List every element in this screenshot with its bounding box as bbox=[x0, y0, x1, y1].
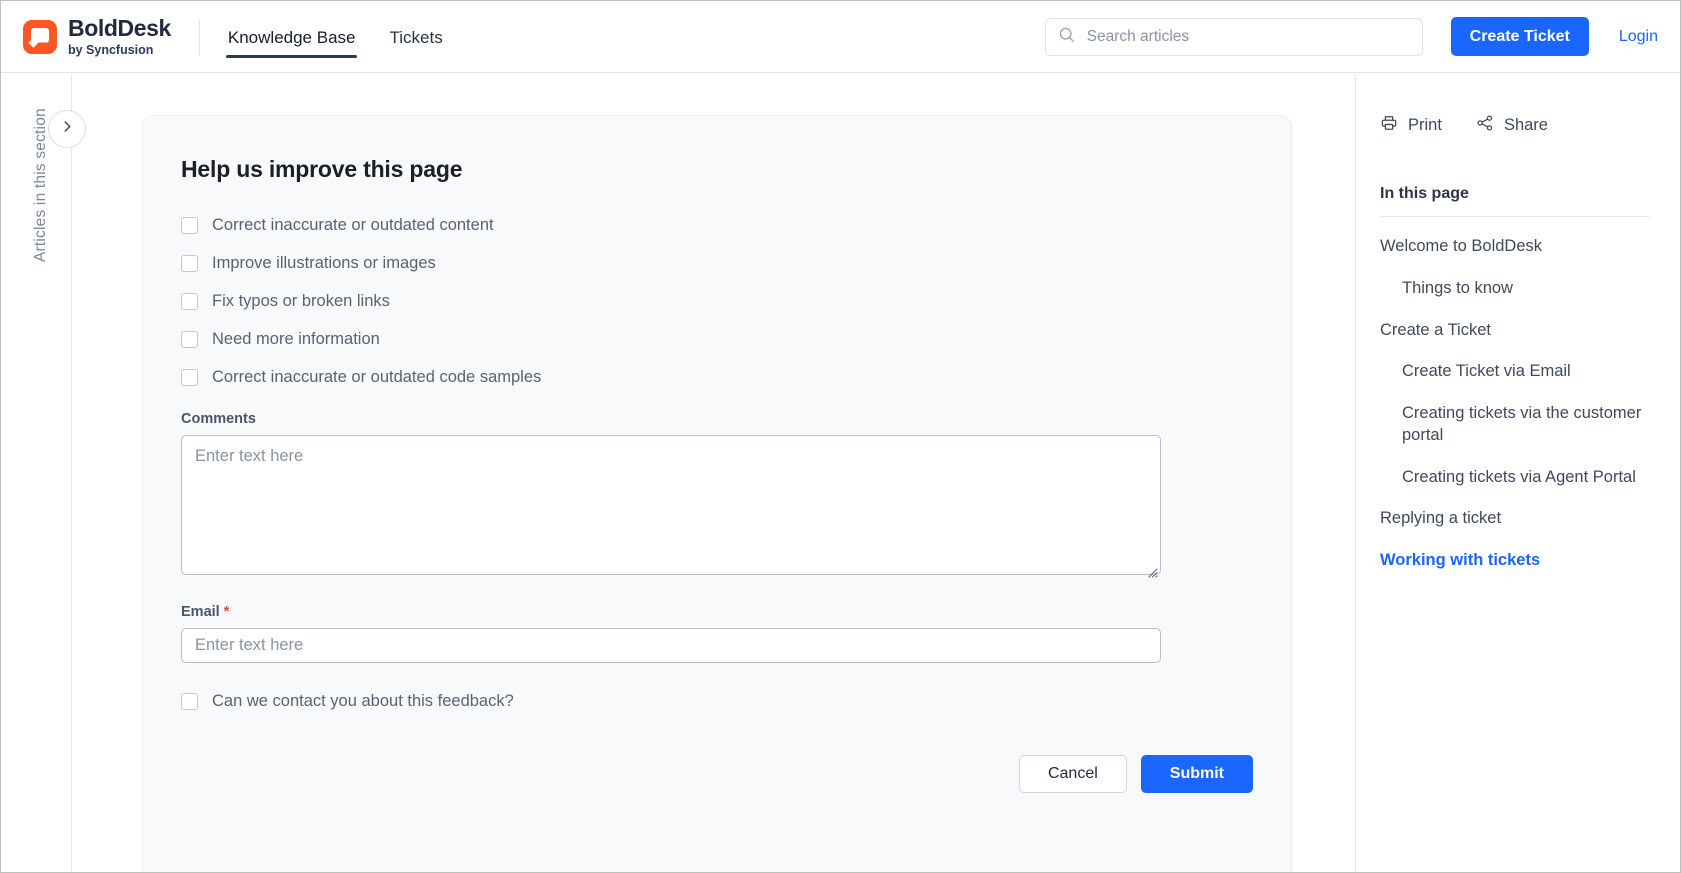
toc-item-create-ticket-via-email[interactable]: Create Ticket via Email bbox=[1380, 361, 1650, 383]
toc-item-working-with-tickets[interactable]: Working with tickets bbox=[1380, 550, 1650, 572]
rail-expand-button[interactable] bbox=[48, 110, 86, 148]
page-title: Help us improve this page bbox=[181, 156, 463, 182]
in-this-page-heading: In this page bbox=[1380, 185, 1650, 217]
checkbox-contact-permission[interactable] bbox=[181, 693, 198, 710]
checkbox-label: Need more information bbox=[212, 330, 380, 348]
checkbox-label: Can we contact you about this feedback? bbox=[212, 692, 514, 710]
toc-item-welcome-to-bolddesk[interactable]: Welcome to BoldDesk bbox=[1380, 236, 1650, 258]
logo-subtitle: by Syncfusion bbox=[68, 42, 154, 57]
checkbox-label: Correct inaccurate or outdated content bbox=[212, 216, 494, 234]
cancel-button[interactable]: Cancel bbox=[1018, 755, 1127, 793]
checkbox-correct-code-samples[interactable] bbox=[181, 369, 198, 386]
comments-textarea[interactable] bbox=[181, 435, 1161, 575]
submit-button[interactable]: Submit bbox=[1140, 755, 1253, 793]
main-content: Help us improve this page Correct inaccu… bbox=[73, 74, 1355, 872]
share-label: Share bbox=[1503, 116, 1548, 134]
chevron-right-icon bbox=[60, 119, 75, 139]
checkbox-row-contact-permission[interactable]: Can we contact you about this feedback? bbox=[181, 692, 1253, 711]
left-rail: Articles in this section bbox=[1, 74, 86, 872]
checkbox-label: Fix typos or broken links bbox=[212, 292, 390, 310]
main-nav: Knowledge Base Tickets bbox=[225, 1, 445, 72]
checkbox-need-more-information[interactable] bbox=[181, 331, 198, 348]
comments-wrapper bbox=[181, 435, 1161, 580]
email-label-text: Email bbox=[181, 604, 220, 620]
checkbox-improve-illustrations[interactable] bbox=[181, 255, 198, 272]
share-button[interactable]: Share bbox=[1476, 114, 1548, 137]
logo-title-bold: Bold bbox=[68, 14, 118, 41]
right-panel: Print Share In this page Welcome to Bold… bbox=[1355, 74, 1680, 872]
print-button[interactable]: Print bbox=[1380, 114, 1442, 137]
checkbox-row-correct-content[interactable]: Correct inaccurate or outdated content bbox=[181, 216, 1253, 235]
search-icon bbox=[1058, 26, 1075, 48]
email-label: Email * bbox=[181, 604, 1253, 620]
checkbox-fix-typos[interactable] bbox=[181, 293, 198, 310]
search-input[interactable] bbox=[1086, 27, 1410, 46]
logo-title-rest: Desk bbox=[117, 14, 172, 41]
share-icon bbox=[1476, 114, 1494, 137]
app-header: BoldDesk by Syncfusion Knowledge Base Ti… bbox=[1, 1, 1680, 73]
toc-item-things-to-know[interactable]: Things to know bbox=[1380, 278, 1650, 300]
toc-item-replying-a-ticket[interactable]: Replying a ticket bbox=[1380, 508, 1650, 530]
checkbox-label: Improve illustrations or images bbox=[212, 254, 436, 272]
app-window: BoldDesk by Syncfusion Knowledge Base Ti… bbox=[0, 0, 1681, 873]
toc-item-create-a-ticket[interactable]: Create a Ticket bbox=[1380, 320, 1650, 342]
toc-item-creating-tickets-customer-portal[interactable]: Creating tickets via the customer portal bbox=[1380, 403, 1650, 447]
checkbox-label: Correct inaccurate or outdated code samp… bbox=[212, 368, 542, 386]
form-actions: Cancel Submit bbox=[181, 755, 1253, 793]
checkbox-row-improve-illustrations[interactable]: Improve illustrations or images bbox=[181, 254, 1253, 273]
bolddesk-logo-icon bbox=[23, 19, 57, 54]
search-box[interactable] bbox=[1044, 17, 1423, 56]
print-label: Print bbox=[1408, 116, 1442, 134]
toc-item-creating-tickets-agent-portal[interactable]: Creating tickets via Agent Portal bbox=[1380, 467, 1650, 489]
create-ticket-button[interactable]: Create Ticket bbox=[1450, 17, 1589, 56]
comments-label: Comments bbox=[181, 411, 256, 427]
email-input[interactable] bbox=[181, 628, 1161, 663]
logo-text: BoldDesk by Syncfusion bbox=[68, 14, 172, 57]
header-divider bbox=[198, 18, 200, 55]
login-link[interactable]: Login bbox=[1619, 28, 1658, 46]
required-marker: * bbox=[223, 604, 230, 620]
panel-actions: Print Share bbox=[1380, 114, 1650, 137]
table-of-contents: Welcome to BoldDesk Things to know Creat… bbox=[1380, 236, 1650, 572]
checkbox-correct-content[interactable] bbox=[181, 217, 198, 234]
nav-item-knowledge-base[interactable]: Knowledge Base bbox=[225, 2, 358, 72]
printer-icon bbox=[1380, 114, 1398, 137]
logo-title: BoldDesk bbox=[68, 14, 172, 41]
checkbox-row-need-more-information[interactable]: Need more information bbox=[181, 330, 1253, 349]
header-right-group: Create Ticket Login bbox=[1044, 17, 1658, 56]
bolddesk-logo[interactable]: BoldDesk by Syncfusion bbox=[23, 14, 172, 57]
nav-item-tickets[interactable]: Tickets bbox=[387, 2, 444, 72]
checkbox-row-fix-typos[interactable]: Fix typos or broken links bbox=[181, 292, 1253, 311]
checkbox-row-correct-code-samples[interactable]: Correct inaccurate or outdated code samp… bbox=[181, 368, 1253, 387]
feedback-card: Help us improve this page Correct inaccu… bbox=[142, 115, 1292, 872]
